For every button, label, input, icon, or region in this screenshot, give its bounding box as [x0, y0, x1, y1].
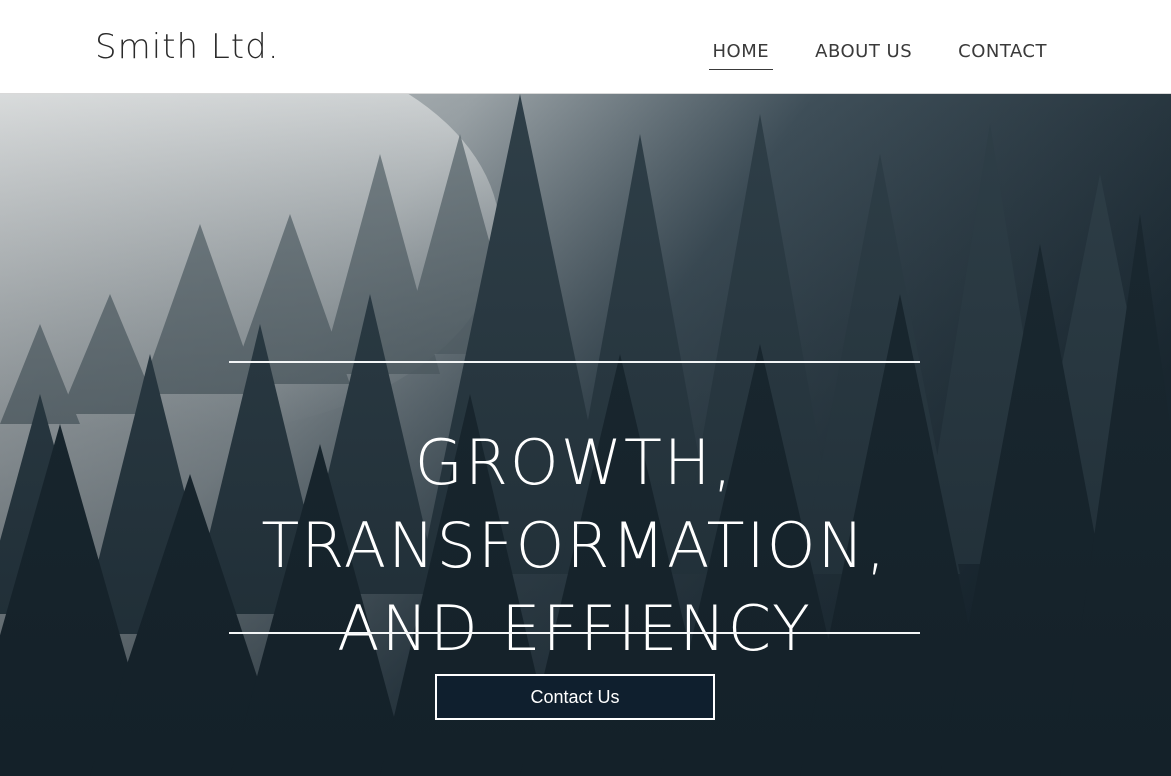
- headline-line-2: TRANSFORMATION,: [261, 508, 888, 582]
- headline-line-3: AND EFFIENCY: [337, 591, 812, 665]
- headline-line-1: GROWTH,: [414, 425, 735, 499]
- headline-bottom-divider: [229, 632, 920, 634]
- site-logo[interactable]: Smith Ltd.: [95, 30, 280, 64]
- site-header: Smith Ltd. HOME ABOUT US CONTACT: [0, 0, 1171, 94]
- nav-contact[interactable]: CONTACT: [954, 41, 1051, 70]
- nav-home[interactable]: HOME: [708, 41, 774, 70]
- main-nav: HOME ABOUT US CONTACT: [708, 41, 1051, 70]
- nav-about-us[interactable]: ABOUT US: [811, 41, 916, 70]
- contact-us-button[interactable]: Contact Us: [435, 674, 715, 720]
- headline-top-divider: [229, 361, 920, 363]
- hero-section: GROWTH, TRANSFORMATION, AND EFFIENCY Con…: [0, 94, 1171, 776]
